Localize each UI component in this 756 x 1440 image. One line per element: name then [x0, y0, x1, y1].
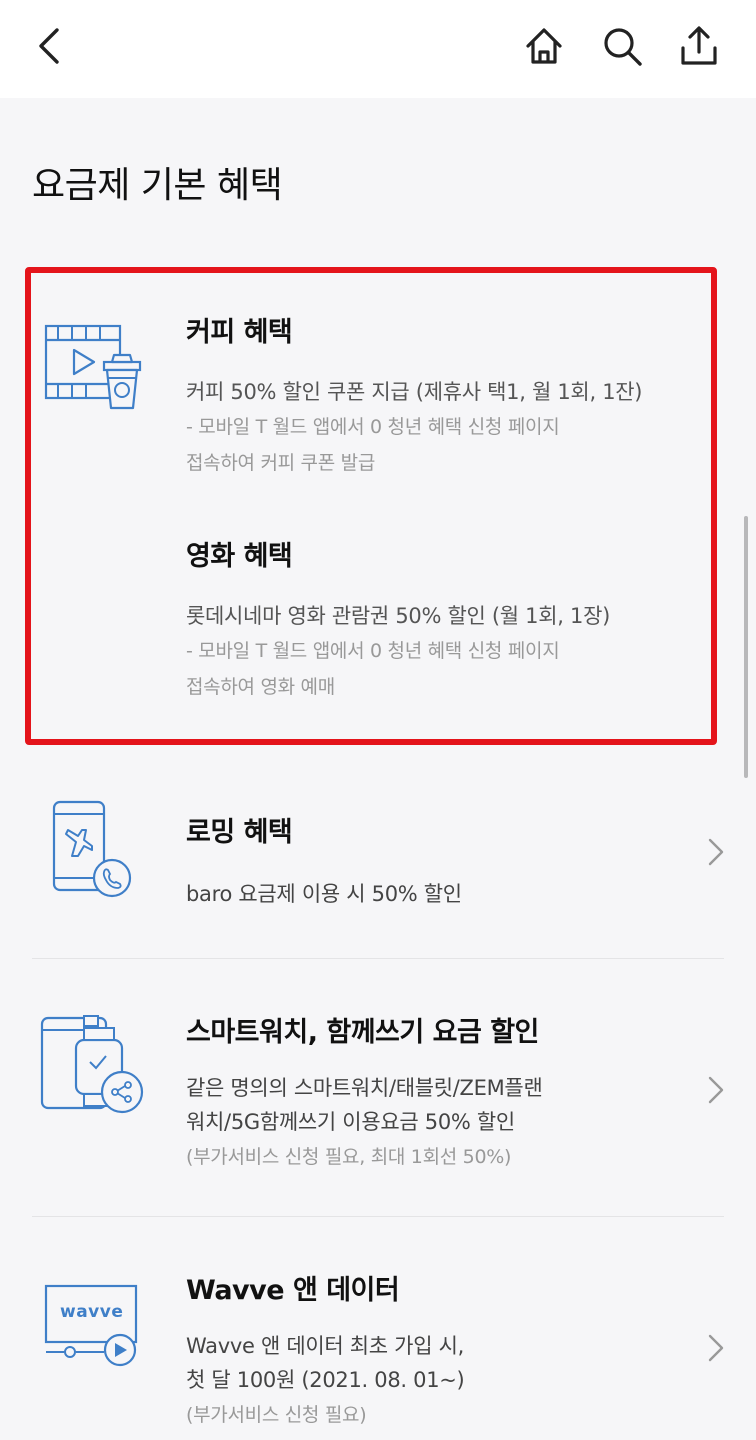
top-app-bar: [0, 0, 756, 98]
home-icon: [526, 28, 562, 64]
video-coffee-icon: [44, 322, 144, 416]
smartwatch-benefit-desc-line: 같은 명의의 스마트워치/태블릿/ZEM플랜: [186, 1076, 543, 1100]
tablet-watch-share-icon: [40, 1014, 148, 1122]
wavve-benefit-desc-line: 첫 달 100원 (2021. 08. 01~): [186, 1368, 465, 1392]
chevron-left-icon: [39, 28, 59, 64]
chevron-right-icon: [708, 838, 724, 866]
movie-benefit-desc: 롯데시네마 영화 관람권 50% 할인 (월 1회, 1장): [186, 604, 610, 628]
phone-airplane-icon: [52, 800, 134, 904]
divider: [32, 958, 724, 959]
coffee-benefit-title: 커피 혜택: [186, 317, 293, 348]
roaming-benefit: 로밍 혜택 baro 요금제 이용 시 50% 할인: [186, 810, 462, 911]
smartwatch-benefit-title: 스마트워치, 함께쓰기 요금 할인: [186, 1017, 539, 1048]
divider: [32, 1216, 724, 1217]
wavve-benefit-row[interactable]: wavve Wavve 앤 데이터 Wavve 앤 데이터 최초 가입 시, 첫…: [0, 1254, 756, 1440]
wavve-monitor-icon: [44, 1284, 144, 1372]
search-button[interactable]: [598, 22, 646, 70]
scrollbar[interactable]: [744, 516, 748, 778]
smartwatch-benefit: 스마트워치, 함께쓰기 요금 할인 같은 명의의 스마트워치/태블릿/ZEM플랜…: [186, 1010, 543, 1175]
movie-benefit: 영화 혜택 롯데시네마 영화 관람권 50% 할인 (월 1회, 1장) - 모…: [186, 534, 610, 705]
coffee-benefit-desc: 커피 50% 할인 쿠폰 지급 (제휴사 택1, 월 1회, 1잔): [186, 380, 643, 404]
page-title: 요금제 기본 혜택: [32, 165, 283, 206]
coffee-benefit: 커피 혜택 커피 50% 할인 쿠폰 지급 (제휴사 택1, 월 1회, 1잔)…: [186, 310, 642, 481]
movie-benefit-title: 영화 혜택: [186, 541, 293, 572]
wavve-benefit: Wavve 앤 데이터 Wavve 앤 데이터 최초 가입 시, 첫 달 100…: [186, 1268, 465, 1433]
home-button[interactable]: [520, 22, 568, 70]
coffee-benefit-note-line: 접속하여 커피 쿠폰 발급: [186, 452, 376, 474]
back-button[interactable]: [26, 22, 74, 70]
search-icon: [604, 28, 642, 66]
movie-benefit-note-line: 접속하여 영화 예매: [186, 676, 335, 698]
share-button[interactable]: [675, 22, 723, 70]
wavve-benefit-desc-line: Wavve 앤 데이터 최초 가입 시,: [186, 1334, 464, 1358]
movie-benefit-note-line: - 모바일 T 월드 앱에서 0 청년 혜택 신청 페이지: [186, 640, 560, 662]
smartwatch-benefit-desc-line: 워치/5G함께쓰기 이용요금 50% 할인: [186, 1110, 515, 1134]
roaming-benefit-title: 로밍 혜택: [186, 817, 293, 848]
wavve-logo-text: wavve: [60, 1302, 124, 1322]
smartwatch-benefit-row[interactable]: 스마트워치, 함께쓰기 요금 할인 같은 명의의 스마트워치/태블릿/ZEM플랜…: [0, 996, 756, 1176]
upload-share-icon: [681, 26, 717, 65]
roaming-benefit-row[interactable]: 로밍 혜택 baro 요금제 이용 시 50% 할인: [0, 790, 756, 940]
coffee-benefit-note-line: - 모바일 T 월드 앱에서 0 청년 혜택 신청 페이지: [186, 416, 560, 438]
wavve-benefit-note: (부가서비스 신청 필요): [186, 1404, 367, 1426]
roaming-benefit-desc: baro 요금제 이용 시 50% 할인: [186, 882, 462, 906]
smartwatch-benefit-note: (부가서비스 신청 필요, 최대 1회선 50%): [186, 1146, 512, 1168]
chevron-right-icon: [708, 1076, 724, 1104]
wavve-benefit-title: Wavve 앤 데이터: [186, 1275, 400, 1306]
chevron-right-icon: [708, 1334, 724, 1362]
